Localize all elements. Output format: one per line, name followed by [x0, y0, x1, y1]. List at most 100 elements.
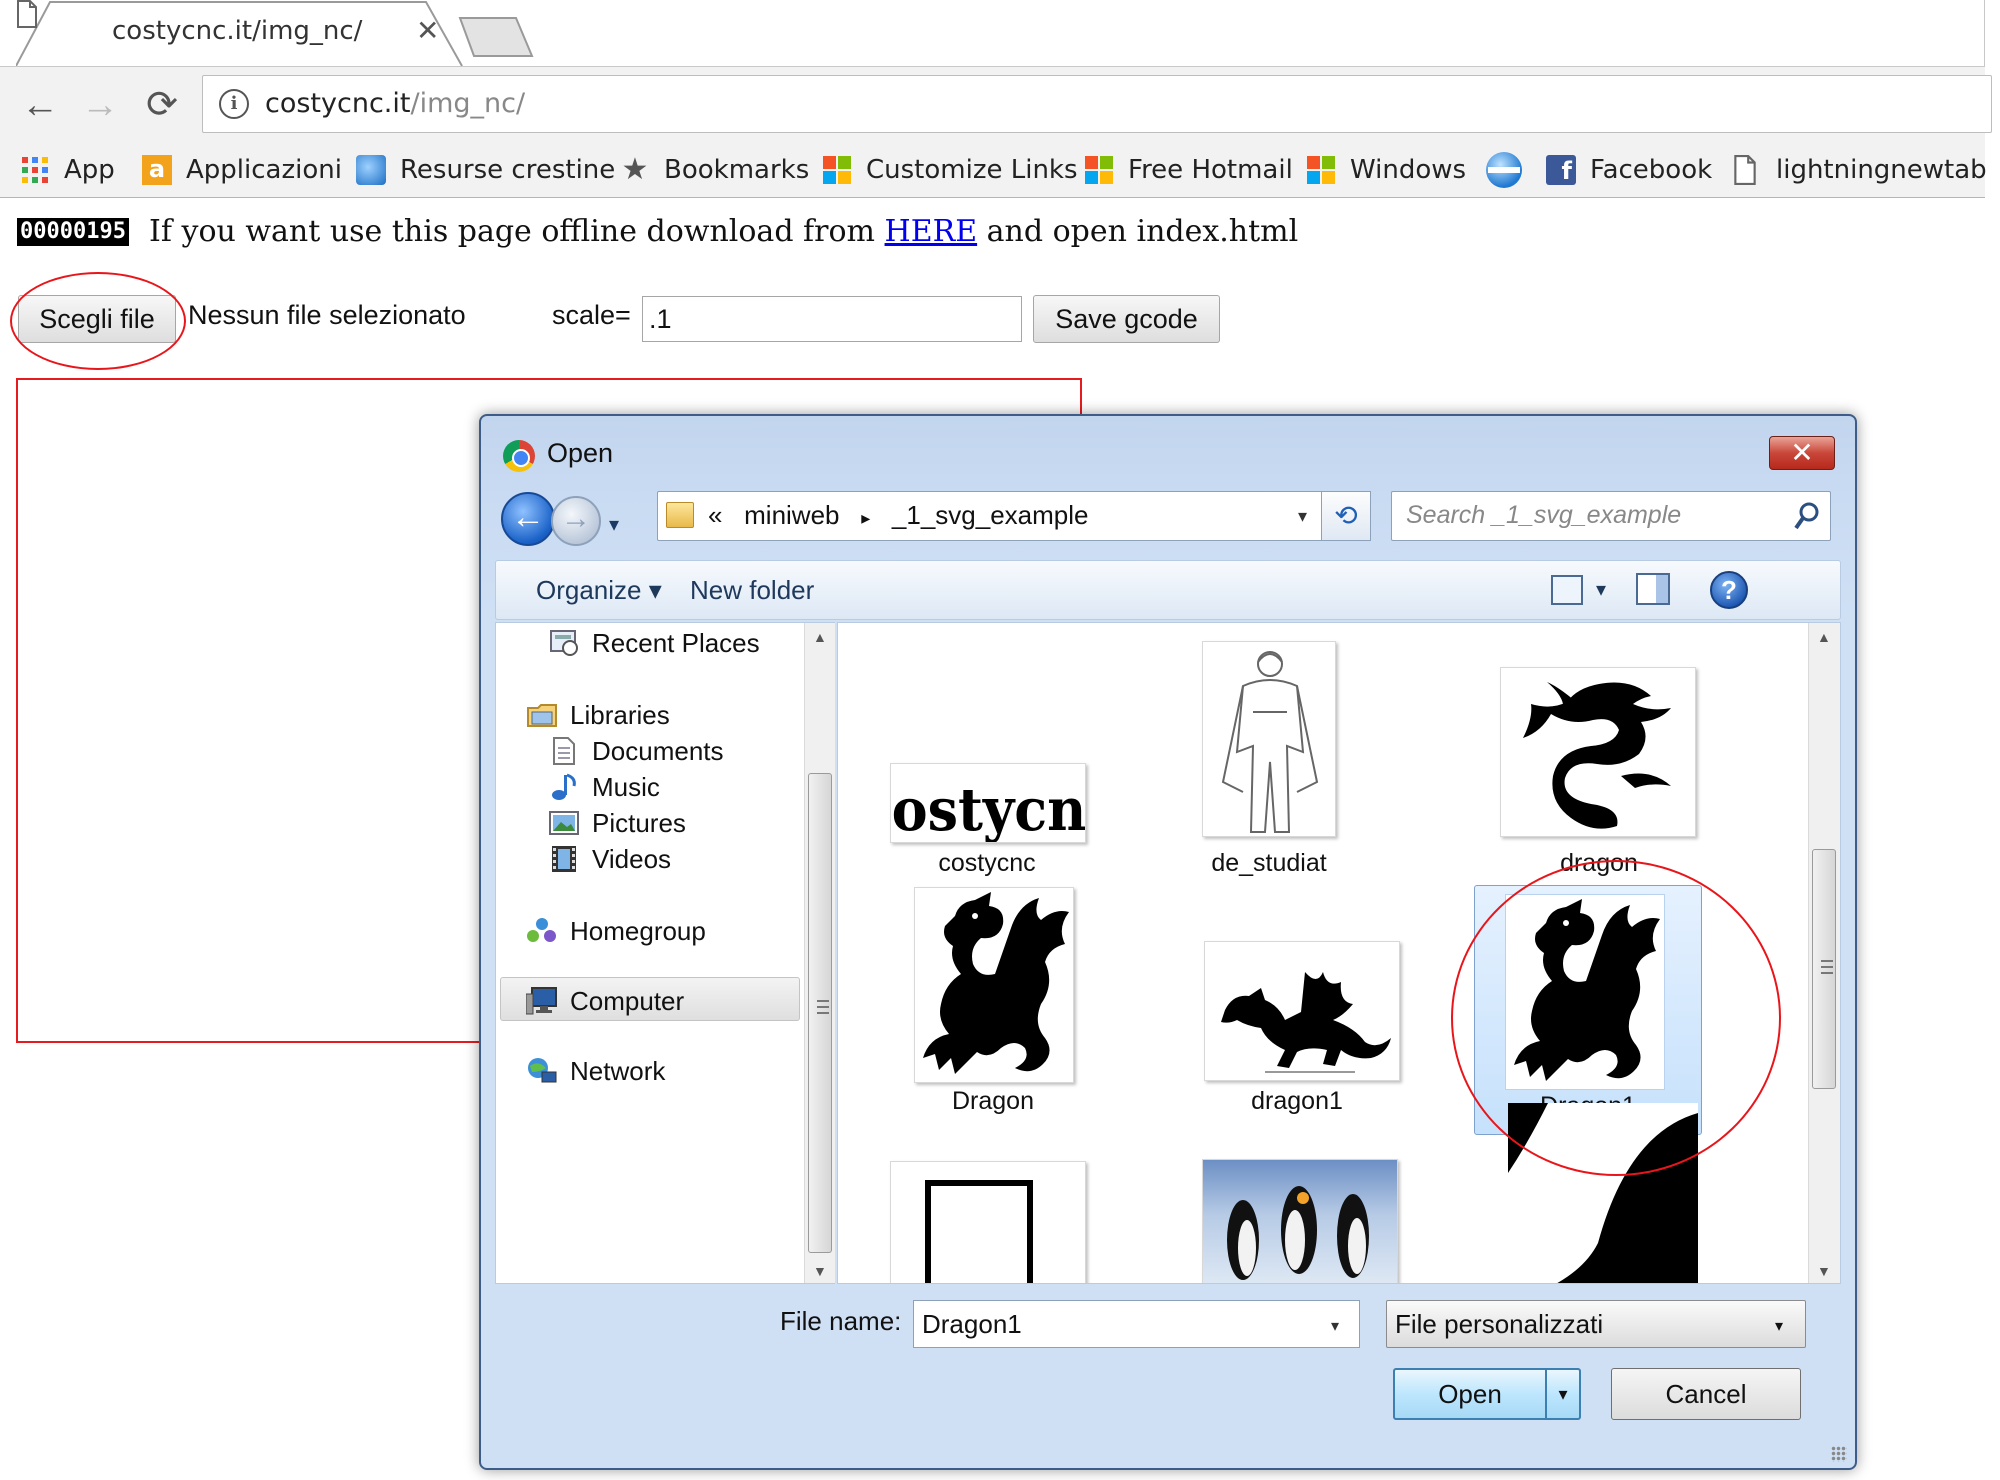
- tab-close-icon[interactable]: ✕: [416, 14, 439, 47]
- file-list-scrollbar[interactable]: ▲ ▼: [1808, 623, 1840, 1283]
- svg-text:costycnc: costycnc: [891, 776, 1086, 843]
- open-button[interactable]: Open ▾: [1393, 1368, 1581, 1420]
- bookmark-label: Resurse crestine: [400, 155, 616, 185]
- bookmark-customize-links[interactable]: Customize Links: [822, 150, 1078, 190]
- file-item-de-studiat[interactable]: de_studiat: [1156, 623, 1386, 877]
- breadcrumb-bar[interactable]: « miniweb ▸ _1_svg_example ▾: [657, 491, 1369, 541]
- bookmark-windows[interactable]: Windows: [1306, 150, 1466, 190]
- back-icon[interactable]: ←: [18, 83, 62, 127]
- page-icon: [17, 0, 37, 28]
- command-bar: Organize ▾ New folder ▾ ?: [495, 560, 1841, 620]
- grip-line: [1821, 972, 1833, 974]
- nav-network[interactable]: Network: [526, 1051, 665, 1091]
- nav-scrollbar[interactable]: ▲ ▼: [804, 623, 835, 1283]
- bookmark-lightningnewtab[interactable]: lightningnewtab: [1732, 150, 1987, 190]
- info-icon[interactable]: i: [219, 89, 249, 119]
- forward-arrow-icon[interactable]: [551, 496, 601, 546]
- address-dropdown[interactable]: ▾: [1298, 506, 1307, 527]
- breadcrumb-separator[interactable]: ▸: [861, 508, 870, 528]
- address-bar[interactable]: i costycnc.it/img_nc/: [202, 75, 1992, 133]
- bookmark-ie[interactable]: [1486, 150, 1536, 190]
- heraldic-dragon-image: [1514, 899, 1660, 1081]
- winged-dragon-image: [1221, 972, 1391, 1073]
- resize-grip[interactable]: [1831, 1446, 1847, 1462]
- heraldic-dragon-image: [923, 892, 1069, 1074]
- file-name-label: File name:: [780, 1306, 902, 1336]
- nav-videos[interactable]: Videos: [548, 839, 671, 879]
- nav-documents[interactable]: Documents: [548, 731, 724, 771]
- file-item-costycnc[interactable]: costycnc costycnc: [858, 623, 1088, 877]
- breadcrumb-miniweb[interactable]: miniweb: [744, 500, 839, 530]
- bookmark-applicazioni[interactable]: a Applicazioni: [142, 150, 342, 190]
- cancel-button[interactable]: Cancel: [1611, 1368, 1801, 1420]
- help-icon[interactable]: ?: [1710, 571, 1748, 609]
- refresh-icon[interactable]: ⟲: [1321, 491, 1371, 541]
- file-name-dropdown-icon[interactable]: ▾: [1331, 1316, 1339, 1336]
- scroll-down-icon[interactable]: ▼: [1817, 1263, 1831, 1279]
- windows-logo-icon: [1084, 155, 1114, 185]
- bookmark-free-hotmail[interactable]: Free Hotmail: [1084, 150, 1293, 190]
- search-input[interactable]: Search _1_svg_example: [1391, 491, 1831, 541]
- file-item-penguins[interactable]: [1156, 1141, 1398, 1283]
- nav-music[interactable]: Music: [548, 767, 660, 807]
- file-item-frame[interactable]: [858, 1141, 1088, 1283]
- pictures-icon: [548, 808, 580, 838]
- file-item-Dragon1[interactable]: Dragon1: [1474, 885, 1702, 1135]
- file-list-scroll-thumb[interactable]: [1812, 849, 1836, 1089]
- file-item-Dragon[interactable]: Dragon: [858, 885, 1088, 1135]
- nav-recent-places[interactable]: Recent Places: [548, 623, 760, 663]
- here-link[interactable]: HERE: [885, 214, 978, 249]
- view-icon[interactable]: [1551, 575, 1583, 605]
- recent-locations-dropdown[interactable]: ▾: [609, 512, 619, 537]
- file-type-select[interactable]: File personalizzati: [1386, 1300, 1806, 1348]
- reload-icon[interactable]: ⟳: [140, 83, 184, 127]
- forward-icon[interactable]: →: [78, 83, 122, 127]
- grip-line: [817, 1006, 829, 1008]
- bookmarks-bar: App a Applicazioni Resurse crestine ★ Bo…: [0, 142, 1987, 198]
- bookmark-facebook[interactable]: f Facebook: [1546, 150, 1712, 190]
- bookmark-label: Free Hotmail: [1128, 155, 1293, 185]
- choose-file-button[interactable]: Scegli file: [18, 295, 176, 343]
- nav-computer[interactable]: Computer: [525, 981, 684, 1021]
- bookmark-resurse-crestine[interactable]: Resurse crestine: [356, 150, 615, 190]
- nav-label: Documents: [592, 735, 724, 766]
- scroll-up-icon[interactable]: ▲: [1817, 629, 1831, 645]
- file-name-input[interactable]: Dragon1: [913, 1300, 1360, 1348]
- grip-line: [1821, 966, 1833, 968]
- bookmark-bookmarks[interactable]: ★ Bookmarks: [620, 150, 810, 190]
- nav-homegroup[interactable]: Homegroup: [526, 911, 706, 951]
- new-tab-button[interactable]: [458, 14, 538, 58]
- scroll-up-icon[interactable]: ▲: [813, 629, 827, 645]
- browser-tab[interactable]: costycnc.it/img_nc/ ✕: [16, 0, 466, 66]
- new-folder-button[interactable]: New folder: [690, 575, 814, 606]
- chrome-icon: [503, 440, 535, 472]
- scroll-down-icon[interactable]: ▼: [813, 1263, 827, 1279]
- open-dropdown-icon[interactable]: ▾: [1545, 1370, 1579, 1418]
- file-thumbnail: [890, 1161, 1086, 1283]
- preview-pane-icon[interactable]: [1636, 573, 1670, 605]
- bookmark-label: App: [64, 155, 115, 185]
- bookmark-label: Windows: [1350, 155, 1467, 185]
- close-icon[interactable]: ✕: [1769, 436, 1835, 470]
- nav-pictures[interactable]: Pictures: [548, 803, 686, 843]
- nav-scroll-thumb[interactable]: [808, 773, 832, 1253]
- breadcrumb-overflow[interactable]: «: [708, 500, 722, 530]
- back-arrow-icon[interactable]: [501, 492, 555, 546]
- star-icon: ★: [621, 152, 649, 187]
- file-item-dragon1[interactable]: dragon1: [1156, 885, 1400, 1135]
- file-item-dragon[interactable]: dragon: [1460, 623, 1696, 877]
- grip-line: [817, 1000, 829, 1002]
- view-dropdown[interactable]: ▾: [1596, 577, 1606, 602]
- nav-label: Recent Places: [592, 627, 760, 658]
- breadcrumb-1-svg-example[interactable]: _1_svg_example: [892, 500, 1089, 530]
- file-item-diagonal[interactable]: [1460, 1103, 1698, 1283]
- save-gcode-button[interactable]: Save gcode: [1033, 295, 1220, 343]
- organize-menu[interactable]: Organize ▾: [536, 575, 662, 606]
- scale-input[interactable]: .1: [642, 296, 1022, 342]
- file-type-dropdown-icon[interactable]: ▾: [1775, 1316, 1783, 1336]
- file-list: costycnc costycnc de_stu: [837, 622, 1841, 1284]
- bookmark-app[interactable]: App: [20, 150, 115, 190]
- nav-libraries[interactable]: Libraries: [526, 695, 670, 735]
- hit-counter: 00000195: [17, 218, 129, 246]
- search-icon[interactable]: [1794, 502, 1820, 532]
